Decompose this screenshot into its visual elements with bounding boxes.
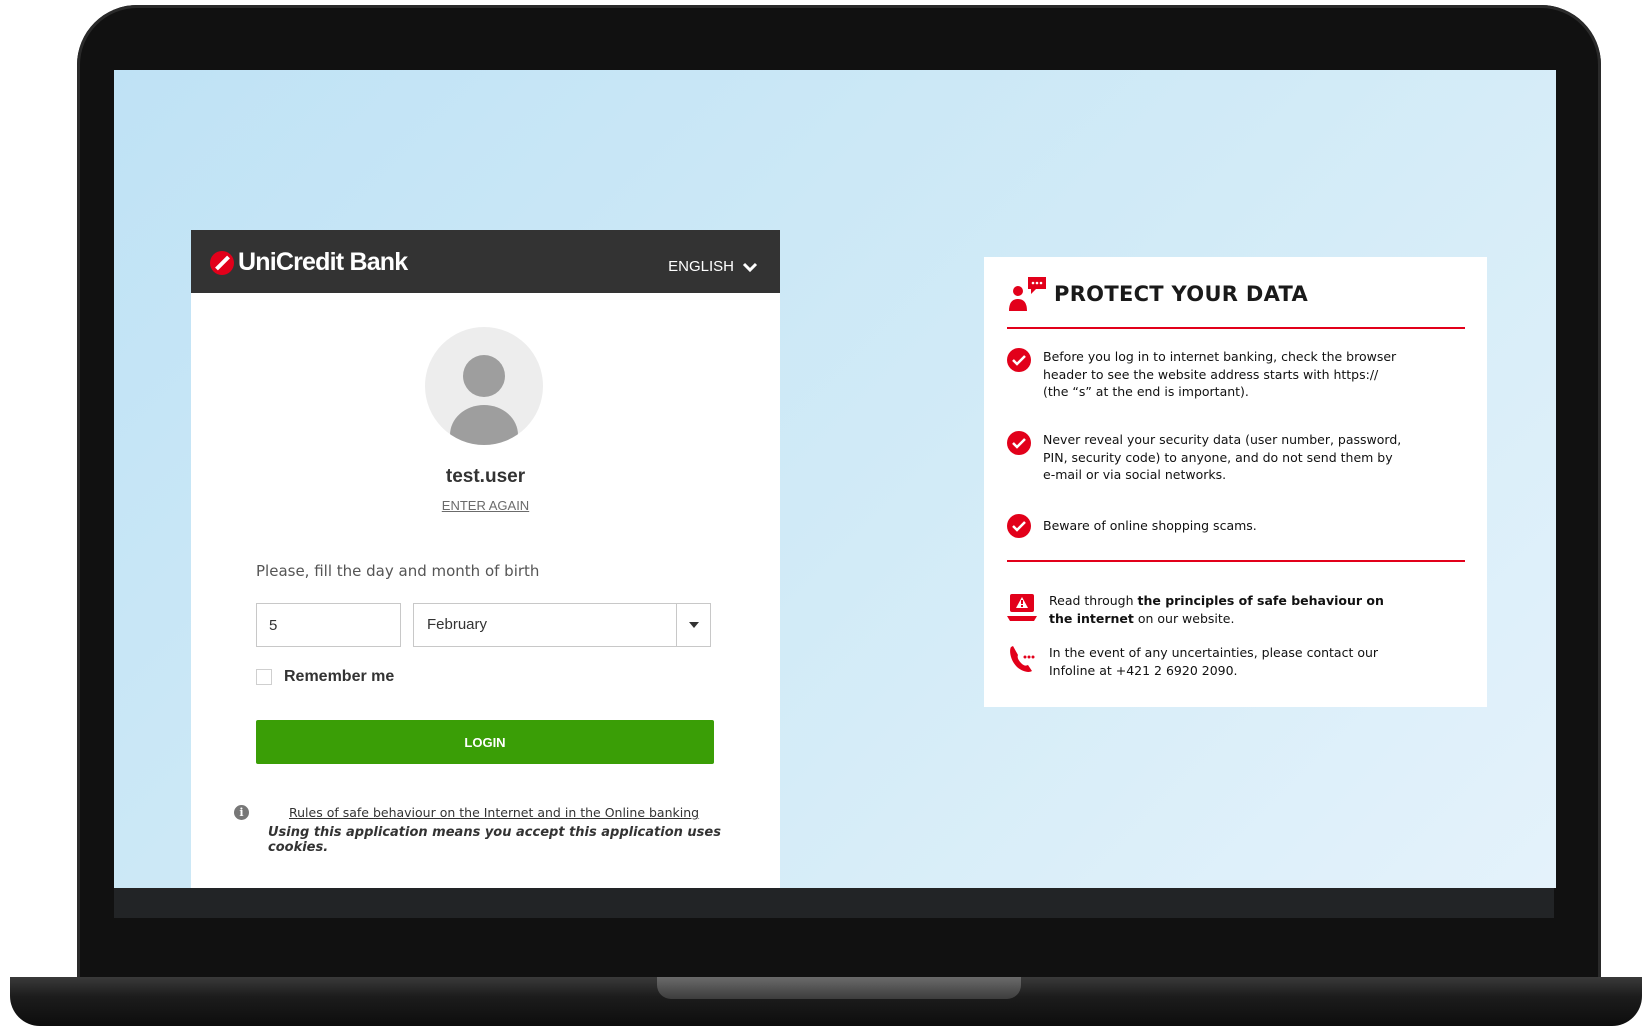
person-chat-icon [1009,277,1046,311]
divider [1007,327,1465,329]
avatar [425,327,543,445]
screen: UniCredit Bank ENGLISH test.user ENTER A… [114,70,1556,888]
check-icon [1007,514,1031,538]
remember-checkbox[interactable] [256,669,272,685]
brand-name: UniCredit Bank [238,248,408,276]
language-label: ENGLISH [668,258,734,275]
avatar-head [463,355,505,397]
info-icon: i [234,805,249,820]
contact-row: In the event of any uncertainties, pleas… [1007,644,1409,679]
principles-suffix: on our website. [1133,610,1235,626]
language-selector[interactable]: ENGLISH [668,258,758,275]
day-field[interactable] [256,603,401,647]
contact-text: In the event of any uncertainties, pleas… [1049,645,1379,678]
check-icon [1007,431,1031,455]
enter-again-link[interactable]: ENTER AGAIN [191,498,780,513]
protect-title: PROTECT YOUR DATA [1054,282,1309,306]
rules-link[interactable]: Rules of safe behaviour on the Internet … [289,805,699,820]
cookies-notice: Using this application means you accept … [268,825,721,855]
login-card: UniCredit Bank ENGLISH test.user ENTER A… [191,230,780,888]
unicredit-logo-icon [210,250,234,275]
remember-label[interactable]: Remember me [284,668,394,686]
protect-header: PROTECT YOUR DATA [1008,275,1308,313]
principles-text: Read through the principles of safe beha… [1049,592,1409,627]
month-select[interactable]: February [413,603,711,647]
laptop-warning-icon [1007,594,1037,621]
tip-text: Beware of online shopping scams. [1043,518,1257,533]
tip-3: Beware of online shopping scams. [1007,514,1403,538]
principles-prefix: Read through [1049,593,1138,608]
remember-me: Remember me [256,668,394,686]
tip-text: Before you log in to internet banking, c… [1043,349,1397,399]
taskbar [114,888,1554,918]
chevron-down-icon [742,262,758,272]
caret-down-icon[interactable] [677,604,710,646]
username: test.user [445,466,526,487]
tip-text: Never reveal your security data (user nu… [1043,432,1402,482]
laptop-base-notch [657,977,1021,999]
avatar-body [450,405,518,445]
principles-row: Read through the principles of safe beha… [1007,592,1409,627]
tip-2: Never reveal your security data (user nu… [1007,431,1403,484]
check-icon [1007,348,1031,372]
login-button[interactable]: LOGIN [256,720,714,764]
card-header: UniCredit Bank ENGLISH [191,230,780,293]
divider [1007,560,1465,562]
month-value[interactable]: February [414,604,677,646]
phone-icon [1010,646,1035,672]
tip-1: Before you log in to internet banking, c… [1007,348,1403,401]
brand-logo: UniCredit Bank [210,248,408,277]
protect-panel: PROTECT YOUR DATA Before you log in to i… [984,257,1487,707]
birth-prompt: Please, fill the day and month of birth [256,562,540,580]
